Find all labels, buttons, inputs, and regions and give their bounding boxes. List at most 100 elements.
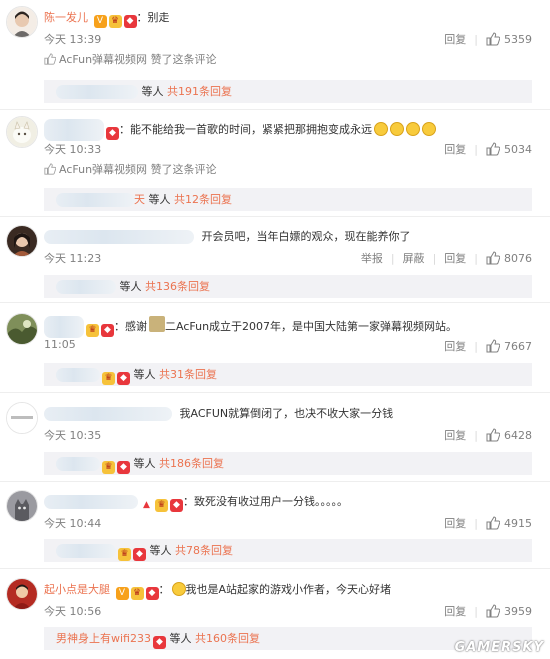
view-replies-link[interactable]: 共78条回复 bbox=[175, 544, 233, 557]
view-replies-link[interactable]: 共136条回复 bbox=[145, 280, 210, 293]
gift-icon: ◆ bbox=[145, 587, 159, 600]
comment-time: 今天 10:33 bbox=[44, 143, 102, 156]
verified-icon: V bbox=[115, 587, 129, 600]
comment-time: 今天 10:44 bbox=[44, 517, 102, 530]
sub-user-link[interactable]: 男神身上有wifi233 bbox=[56, 632, 151, 645]
praised-by-name[interactable]: AcFun弹幕视频网 bbox=[59, 163, 147, 176]
blurred-username bbox=[56, 85, 138, 99]
avatar[interactable] bbox=[6, 225, 38, 257]
comment-header: 陈一发儿 V ♛ ◆ ：别走 bbox=[44, 9, 170, 28]
sub-replies-box[interactable]: ♛ ◆ 等人 共31条回复 bbox=[44, 363, 532, 386]
people-suffix: 等人 bbox=[133, 368, 156, 381]
crown-icon: ♛ bbox=[118, 548, 131, 561]
block-button[interactable]: 屏蔽 bbox=[403, 250, 425, 266]
sad-face-icon bbox=[406, 122, 420, 136]
separator: | bbox=[474, 251, 478, 265]
sad-face-icon bbox=[374, 122, 388, 136]
crown-icon: ♛ bbox=[130, 587, 144, 600]
people-suffix: 等人 bbox=[169, 632, 192, 645]
watermark-logo: GAMERSKY bbox=[454, 640, 544, 655]
view-replies-link[interactable]: 共186条回复 bbox=[159, 457, 224, 470]
like-icon[interactable] bbox=[486, 516, 500, 530]
reply-button[interactable]: 回复 bbox=[444, 338, 466, 354]
comment-actions: 回复 | 6428 bbox=[444, 427, 532, 443]
blurred-username[interactable] bbox=[44, 495, 138, 509]
username-link[interactable]: 起小点是大腿 bbox=[44, 583, 110, 596]
sub-replies-box[interactable]: 天 等人 共12条回复 bbox=[44, 188, 532, 211]
sub-replies-box[interactable]: 等人 共191条回复 bbox=[44, 80, 532, 103]
like-icon[interactable] bbox=[486, 32, 500, 46]
gift-icon: ◆ bbox=[117, 372, 130, 385]
sub-user-tail[interactable]: 天 bbox=[134, 193, 145, 206]
separator: | bbox=[474, 32, 478, 46]
crown-icon: ♛ bbox=[102, 461, 115, 474]
reply-button[interactable]: 回复 bbox=[444, 515, 466, 531]
praised-by-suffix: 赞了这条评论 bbox=[150, 53, 217, 66]
blurred-username bbox=[56, 544, 116, 558]
username-link[interactable]: 陈一发儿 bbox=[44, 11, 88, 24]
avatar[interactable] bbox=[6, 116, 38, 148]
like-icon[interactable] bbox=[486, 604, 500, 618]
like-icon[interactable] bbox=[486, 339, 500, 353]
sub-replies-box[interactable]: ♛ ◆ 等人 共78条回复 bbox=[44, 539, 532, 562]
avatar[interactable] bbox=[6, 402, 38, 434]
comment-header: ◆ ：能不能给我一首歌的时间，紧紧把那拥抱变成永远 bbox=[44, 119, 436, 141]
blurred-username bbox=[56, 280, 116, 294]
like-icon[interactable] bbox=[486, 251, 500, 265]
like-count: 8076 bbox=[504, 251, 532, 265]
comment-header: 起小点是大腿 V ♛ ◆：我也是A站起家的游戏小作者，今天心好堵 bbox=[44, 582, 392, 600]
sad-face-icon bbox=[422, 122, 436, 136]
comment-text-2: 二AcFun成立于2007年，是中国大陆第一家弹幕视频网站。 bbox=[165, 320, 458, 333]
comment-time: 11:05 bbox=[44, 338, 76, 351]
comment-text: ：别走 bbox=[136, 11, 170, 24]
blurred-username[interactable] bbox=[44, 119, 104, 141]
reply-button[interactable]: 回复 bbox=[444, 250, 466, 266]
reply-button[interactable]: 回复 bbox=[444, 141, 466, 157]
view-replies-link[interactable]: 共160条回复 bbox=[195, 632, 260, 645]
blurred-username bbox=[56, 193, 134, 207]
people-suffix: 等人 bbox=[141, 85, 164, 98]
comment-header: 开会员吧，当年白嫖的观众，现在能养你了 bbox=[44, 228, 411, 246]
gift-icon: ◆ bbox=[133, 548, 146, 561]
reply-button[interactable]: 回复 bbox=[444, 603, 466, 619]
comment-text: 我ACFUN就算倒闭了，也决不收大家一分钱 bbox=[179, 407, 394, 420]
sub-replies-box[interactable]: ♛ ◆ 等人 共186条回复 bbox=[44, 452, 532, 475]
reply-button[interactable]: 回复 bbox=[444, 427, 466, 443]
view-replies-link[interactable]: 共31条回复 bbox=[159, 368, 217, 381]
blurred-username[interactable] bbox=[44, 316, 84, 338]
separator: | bbox=[474, 516, 478, 530]
praised-by-name[interactable]: AcFun弹幕视频网 bbox=[59, 53, 147, 66]
person-emoji-icon bbox=[149, 316, 165, 332]
comment-time: 今天 10:35 bbox=[44, 429, 102, 442]
like-icon[interactable] bbox=[486, 142, 500, 156]
blurred-username bbox=[56, 368, 100, 382]
avatar[interactable] bbox=[6, 578, 38, 610]
sub-replies-box[interactable]: 等人 共136条回复 bbox=[44, 275, 532, 298]
comment-actions: 回复 | 3959 bbox=[444, 603, 532, 619]
comment-header: ♛ ◆ ：感谢 二AcFun成立于2007年，是中国大陆第一家弹幕视频网站。 bbox=[44, 316, 458, 338]
reply-button[interactable]: 回复 bbox=[444, 31, 466, 47]
gift-icon: ◆ bbox=[117, 461, 130, 474]
view-replies-link[interactable]: 共191条回复 bbox=[167, 85, 232, 98]
divider bbox=[0, 216, 550, 217]
avatar[interactable] bbox=[6, 490, 38, 522]
blurred-username bbox=[56, 457, 100, 471]
avatar[interactable] bbox=[6, 313, 38, 345]
verified-icon: V bbox=[93, 15, 107, 28]
divider bbox=[0, 302, 550, 303]
view-replies-link[interactable]: 共12条回复 bbox=[174, 193, 232, 206]
blurred-username[interactable] bbox=[44, 407, 172, 421]
report-button[interactable]: 举报 bbox=[361, 250, 383, 266]
comment-text: 开会员吧，当年白嫖的观众，现在能养你了 bbox=[201, 230, 411, 243]
separator: | bbox=[474, 142, 478, 156]
like-count: 7667 bbox=[504, 339, 532, 353]
comment-actions: 举报 | 屏蔽 | 回复 | 8076 bbox=[361, 250, 532, 266]
like-icon[interactable] bbox=[486, 428, 500, 442]
people-suffix: 等人 bbox=[148, 193, 171, 206]
sad-face-icon bbox=[390, 122, 404, 136]
blurred-username[interactable] bbox=[44, 230, 194, 244]
avatar[interactable] bbox=[6, 6, 38, 38]
people-suffix: 等人 bbox=[149, 544, 172, 557]
like-count: 6428 bbox=[504, 428, 532, 442]
comment-actions: 回复 | 7667 bbox=[444, 338, 532, 354]
